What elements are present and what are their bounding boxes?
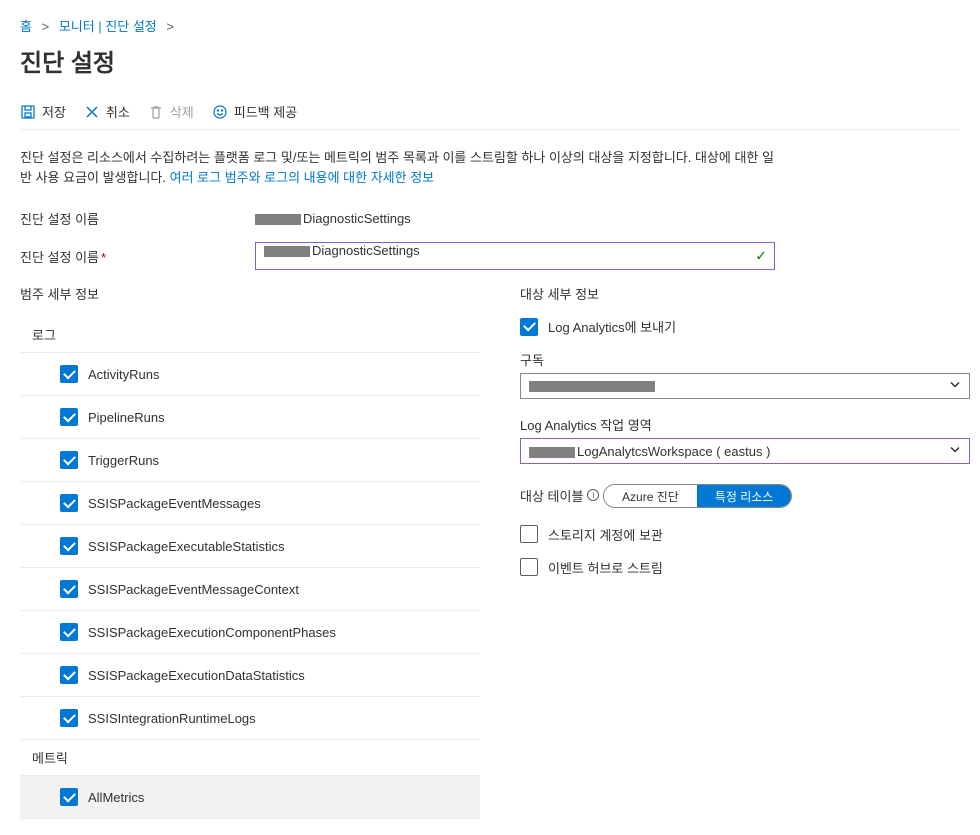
log-category-checkbox[interactable] [60,580,78,598]
feedback-label: 피드백 제공 [234,102,297,121]
log-category-label: PipelineRuns [88,410,165,425]
save-button[interactable]: 저장 [20,102,66,121]
log-category-label: SSISPackageExecutionDataStatistics [88,668,305,683]
log-category-row[interactable]: SSISPackageEventMessages [20,482,480,525]
log-category-label: SSISPackageEventMessageContext [88,582,299,597]
description-link[interactable]: 여러 로그 범주와 로그의 내용에 대한 자세한 정보 [170,170,434,185]
name-input-label: 진단 설정 이름* [20,247,255,266]
redacted-subscription [529,381,655,392]
categories-section-title: 범주 세부 정보 [20,284,480,303]
metric-category-checkbox[interactable] [60,788,78,806]
destinations-section-title: 대상 세부 정보 [520,284,970,303]
log-category-checkbox[interactable] [60,408,78,426]
page-title: 진단 설정 [20,43,960,78]
log-category-row[interactable]: ActivityRuns [20,353,480,396]
breadcrumb-sep: > [42,19,50,34]
redacted-prefix [264,246,310,257]
target-table-label: 대상 테이블 i [520,486,599,505]
save-label: 저장 [42,102,66,121]
log-category-checkbox[interactable] [60,709,78,727]
chevron-down-icon [949,379,961,394]
log-category-label: SSISPackageExecutableStatistics [88,539,285,554]
target-table-toggle[interactable]: Azure 진단 특정 리소스 [603,484,792,508]
name-static-row: 진단 설정 이름 DiagnosticSettings [20,209,960,228]
log-category-row[interactable]: SSISPackageExecutionComponentPhases [20,611,480,654]
metric-category-label: AllMetrics [88,790,144,805]
name-static-value: DiagnosticSettings [255,211,411,226]
cancel-button[interactable]: 취소 [84,102,130,121]
cancel-label: 취소 [106,102,130,121]
chevron-down-icon [949,444,961,459]
dest-eventhub-row[interactable]: 이벤트 허브로 스트림 [520,558,970,577]
delete-icon [148,104,164,120]
log-category-checkbox[interactable] [60,451,78,469]
delete-button: 삭제 [148,102,194,121]
pill-resource-specific[interactable]: 특정 리소스 [697,485,792,507]
redacted-prefix [255,214,301,225]
subscription-label: 구독 [520,350,970,369]
metrics-heading: 메트릭 [20,740,480,776]
name-input-row: 진단 설정 이름* DiagnosticSettings ✓ [20,242,960,270]
dest-log-analytics-label: Log Analytics에 보내기 [548,317,676,336]
name-static-label: 진단 설정 이름 [20,209,255,228]
redacted-workspace-prefix [529,447,575,458]
dest-eventhub-label: 이벤트 허브로 스트림 [548,558,663,577]
log-category-row[interactable]: TriggerRuns [20,439,480,482]
name-input[interactable]: DiagnosticSettings [255,242,775,270]
log-category-label: SSISPackageEventMessages [88,496,261,511]
breadcrumb-home[interactable]: 홈 [20,19,32,34]
feedback-icon [212,104,228,120]
dest-storage-checkbox[interactable] [520,525,538,543]
log-category-checkbox[interactable] [60,537,78,555]
log-category-checkbox[interactable] [60,666,78,684]
log-category-row[interactable]: SSISPackageExecutableStatistics [20,525,480,568]
log-category-label: TriggerRuns [88,453,159,468]
save-icon [20,104,36,120]
log-category-label: ActivityRuns [88,367,160,382]
info-icon[interactable]: i [587,489,599,501]
feedback-button[interactable]: 피드백 제공 [212,102,297,121]
toolbar: 저장 취소 삭제 피드백 제공 [20,102,960,130]
subscription-select[interactable] [520,373,970,399]
breadcrumb-monitor[interactable]: 모니터 | 진단 설정 [59,19,157,34]
dest-log-analytics-checkbox[interactable] [520,318,538,336]
breadcrumb-sep: > [166,19,174,34]
dest-storage-label: 스토리지 계정에 보관 [548,525,663,544]
log-category-checkbox[interactable] [60,494,78,512]
workspace-label: Log Analytics 작업 영역 [520,415,970,434]
workspace-select[interactable]: LogAnalytcsWorkspace ( eastus ) [520,438,970,464]
cancel-icon [84,104,100,120]
dest-log-analytics-row[interactable]: Log Analytics에 보내기 [520,317,970,336]
valid-check-icon: ✓ [755,248,767,265]
metric-category-row[interactable]: AllMetrics [20,776,480,819]
dest-eventhub-checkbox[interactable] [520,558,538,576]
log-category-label: SSISIntegrationRuntimeLogs [88,711,256,726]
pill-azure-diagnostics[interactable]: Azure 진단 [604,485,697,507]
log-category-checkbox[interactable] [60,365,78,383]
dest-storage-row[interactable]: 스토리지 계정에 보관 [520,525,970,544]
description-text: 진단 설정은 리소스에서 수집하려는 플랫폼 로그 및/또는 메트릭의 범주 목… [20,148,780,187]
log-category-row[interactable]: PipelineRuns [20,396,480,439]
log-category-checkbox[interactable] [60,623,78,641]
logs-heading: 로그 [20,317,480,353]
log-category-label: SSISPackageExecutionComponentPhases [88,625,336,640]
log-category-row[interactable]: SSISIntegrationRuntimeLogs [20,697,480,740]
log-category-row[interactable]: SSISPackageExecutionDataStatistics [20,654,480,697]
breadcrumb: 홈 > 모니터 | 진단 설정 > [20,16,960,35]
delete-label: 삭제 [170,102,194,121]
log-category-row[interactable]: SSISPackageEventMessageContext [20,568,480,611]
